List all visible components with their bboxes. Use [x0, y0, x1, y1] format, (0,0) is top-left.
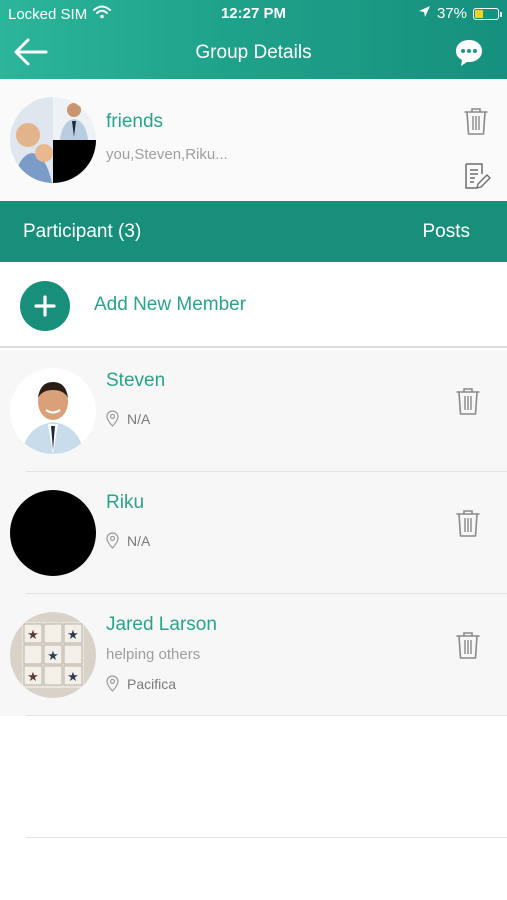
add-member-label: Add New Member [94, 294, 247, 315]
page-title: Group Details [195, 42, 312, 63]
remove-member-button[interactable] [455, 630, 481, 660]
tab-posts[interactable]: Posts [422, 221, 470, 243]
battery-icon [473, 7, 502, 20]
battery-level [475, 9, 484, 18]
trash-icon [456, 388, 480, 415]
trash-icon [456, 632, 480, 659]
tab-participants[interactable]: Participant (3) [23, 221, 141, 243]
member-row-jared-larson[interactable]: ★ ★ ★ ★ ★ Jared Larson helping others Pa… [0, 594, 507, 716]
status-right: 37% [418, 5, 502, 22]
member-name: Riku [106, 492, 145, 513]
member-name: Jared Larson [106, 614, 217, 635]
empty-row-divider [26, 837, 507, 838]
edit-group-button[interactable] [463, 162, 491, 190]
trash-icon [464, 108, 488, 135]
member-location: N/A [106, 532, 150, 549]
status-bar: Locked SIM 12:27 PM 37% [0, 0, 507, 28]
remove-member-button[interactable] [455, 508, 481, 538]
group-members-preview: you,Steven,Riku... [106, 146, 228, 163]
tab-bar: Participant (3) Posts [0, 201, 507, 262]
member-name: Steven [106, 370, 166, 391]
edit-note-icon [465, 163, 491, 189]
remove-member-button[interactable] [455, 386, 481, 416]
svg-text:★: ★ [27, 670, 39, 685]
nav-bar: Group Details [0, 28, 507, 79]
chat-bubble-icon [456, 40, 482, 66]
plus-icon [34, 295, 56, 317]
chat-button[interactable] [453, 37, 485, 69]
row-divider [26, 715, 507, 716]
member-location: N/A [106, 410, 150, 427]
member-location-label: N/A [127, 410, 151, 427]
trash-icon [456, 510, 480, 537]
member-status: helping others [106, 646, 201, 663]
member-location-label: N/A [127, 532, 151, 549]
member-location: Pacifica [106, 675, 176, 692]
member-row-riku[interactable]: Riku N/A [0, 472, 507, 594]
svg-text:★: ★ [47, 649, 59, 664]
member-avatar: ★ ★ ★ ★ ★ [10, 612, 96, 698]
location-arrow-icon [418, 5, 431, 22]
member-row-steven[interactable]: Steven N/A [0, 350, 507, 472]
location-pin-icon [106, 410, 119, 427]
location-pin-icon [106, 532, 119, 549]
member-location-label: Pacifica [127, 675, 177, 692]
battery-percent: 37% [436, 5, 467, 22]
group-card: friends you,Steven,Riku... [0, 79, 507, 201]
group-avatar[interactable] [10, 97, 96, 183]
add-member-button[interactable]: Add New Member [0, 262, 507, 348]
location-pin-icon [106, 675, 119, 692]
member-list: Steven N/A Riku N/A ★ ★ ★ ★ ★ Jared Lars… [0, 350, 507, 716]
svg-text:★: ★ [67, 628, 79, 643]
app-header: Locked SIM 12:27 PM 37% Group Details [0, 0, 507, 79]
member-avatar [10, 490, 96, 576]
svg-text:★: ★ [27, 628, 39, 643]
svg-text:★: ★ [67, 670, 79, 685]
group-name: friends [106, 111, 164, 132]
delete-group-button[interactable] [463, 106, 489, 136]
add-member-circle [20, 281, 70, 331]
member-avatar [10, 368, 96, 454]
